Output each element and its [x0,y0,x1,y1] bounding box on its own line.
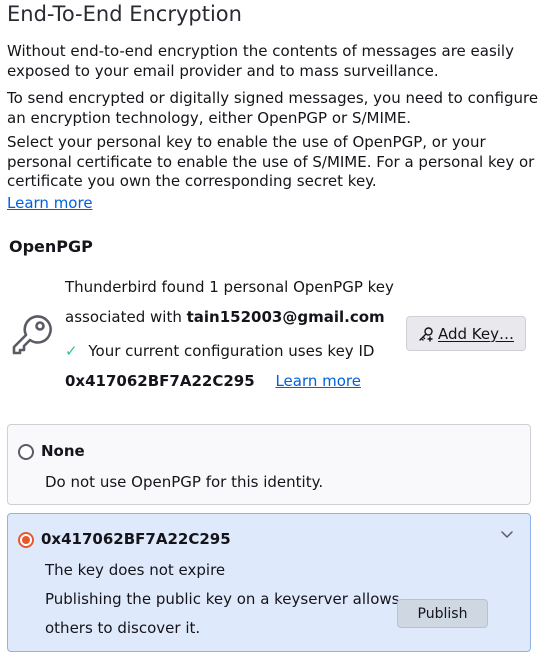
radio-none[interactable] [18,444,34,460]
option-key-label: 0x417062BF7A22C295 [41,530,231,548]
intro-paragraph-2: To send encrypted or digitally signed me… [7,89,539,127]
current-key-line: 0x417062BF7A22C295 Learn more [65,370,361,392]
intro-paragraph-3: Select your personal key to enable the u… [7,133,535,190]
key-associated-line: associated with tain152003@gmail.com [65,306,385,328]
learn-more-link[interactable]: Learn more [7,194,93,214]
chevron-down-icon[interactable] [500,529,514,539]
intro-paragraph-1: Without end-to-end encryption the conten… [7,42,514,80]
openpgp-section-title: OpenPGP [9,237,93,256]
associated-email: tain152003@gmail.com [186,308,385,326]
key-expiry-text: The key does not expire [45,561,226,579]
option-none-description: Do not use OpenPGP for this identity. [45,473,324,491]
current-config-text: Your current configuration uses key ID [88,342,375,360]
key-found-text: Thunderbird found 1 personal OpenPGP key [65,278,394,296]
publish-description-line-1: Publishing the public key on a keyserver… [45,590,400,608]
radio-key[interactable] [18,532,34,548]
publish-button[interactable]: Publish [397,599,488,628]
option-none-label: None [41,442,85,460]
option-key[interactable]: 0x417062BF7A22C295 The key does not expi… [7,513,531,652]
option-none[interactable]: None Do not use OpenPGP for this identit… [7,424,531,505]
current-key-id: 0x417062BF7A22C295 [65,372,255,390]
add-key-button[interactable]: Add Key… [406,316,526,351]
key-icon [12,315,52,355]
e2e-encryption-panel: End-To-End Encryption Without end-to-end… [0,0,553,667]
associated-prefix: associated with [65,308,182,326]
key-plus-icon [419,326,433,342]
check-icon: ✓ [65,342,78,360]
publish-description-line-2: others to discover it. [45,619,201,637]
key-learn-more-link[interactable]: Learn more [275,372,361,390]
add-key-label: Add Key… [437,324,514,343]
current-config-line: ✓ Your current configuration uses key ID [65,340,374,362]
page-title: End-To-End Encryption [7,2,242,26]
